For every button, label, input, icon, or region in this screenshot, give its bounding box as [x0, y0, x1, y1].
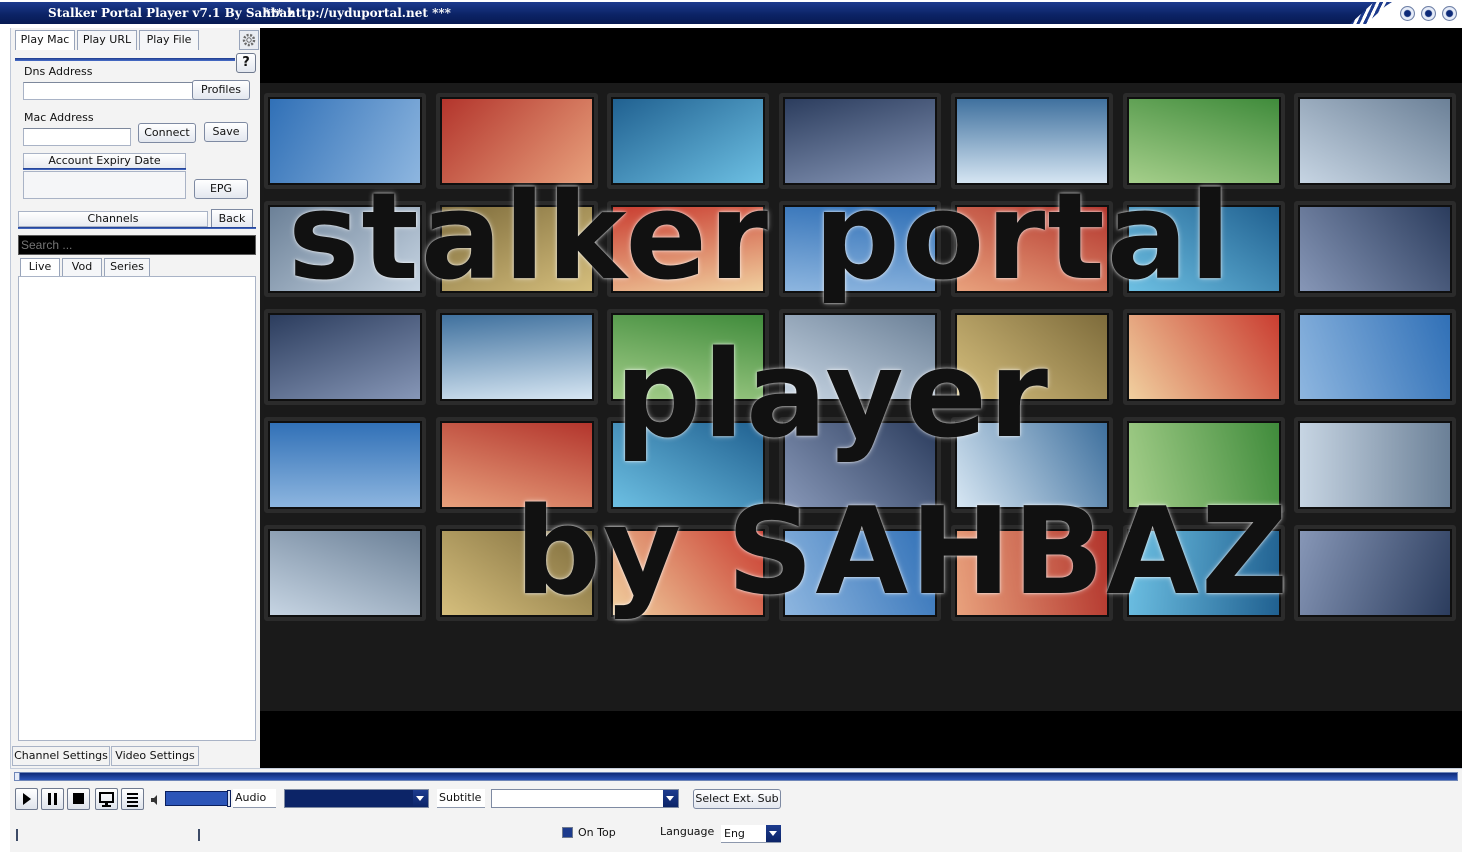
save-button[interactable]: Save	[204, 122, 248, 142]
tab-play-file[interactable]: Play File	[139, 30, 199, 50]
seek-handle[interactable]	[14, 772, 20, 781]
fullscreen-button[interactable]	[95, 788, 118, 810]
stop-icon	[73, 793, 84, 804]
search-input[interactable]	[18, 235, 256, 255]
mac-address-input[interactable]	[23, 128, 131, 146]
audio-label: Audio	[233, 789, 276, 808]
window-title: Stalker Portal Player v7.1 By Sahbaz	[48, 6, 295, 20]
tab-play-mac[interactable]: Play Mac	[15, 30, 75, 50]
maximize-button[interactable]	[1421, 6, 1436, 21]
play-icon	[23, 793, 31, 805]
audio-dropdown[interactable]	[284, 789, 429, 808]
select-ext-sub-button[interactable]: Select Ext. Sub	[693, 789, 781, 809]
account-expiry-header: Account Expiry Date	[23, 153, 186, 169]
speaker-icon	[151, 795, 157, 805]
volume-handle[interactable]	[227, 790, 231, 807]
chevron-down-icon	[766, 825, 781, 842]
tab-vod[interactable]: Vod	[62, 258, 102, 276]
account-expiry-value	[23, 171, 186, 199]
language-dropdown[interactable]: Eng	[721, 825, 781, 843]
minimize-button[interactable]	[1400, 6, 1415, 21]
epg-button[interactable]: EPG	[194, 179, 248, 199]
back-button[interactable]: Back	[211, 209, 253, 229]
dns-address-input[interactable]	[23, 82, 195, 100]
channel-list[interactable]	[18, 276, 256, 741]
tab-live[interactable]: Live	[20, 258, 60, 276]
pause-button[interactable]	[41, 788, 64, 810]
channels-underline	[18, 227, 256, 229]
logo-line-2: player	[615, 326, 1051, 465]
monitor-icon	[99, 792, 114, 807]
on-top-checkbox[interactable]	[562, 827, 573, 838]
settings-button[interactable]	[239, 30, 259, 50]
status-progress-line	[16, 829, 200, 841]
list-icon	[127, 793, 138, 807]
expiry-underline	[23, 168, 186, 170]
language-value: Eng	[724, 827, 745, 840]
stop-button[interactable]	[67, 788, 90, 810]
help-button[interactable]: ?	[236, 53, 256, 73]
left-panel: Play Mac Play URL Play File ? Dns Addres…	[10, 28, 260, 768]
seek-bar[interactable]	[14, 772, 1458, 781]
language-label: Language	[660, 825, 715, 838]
tab-video-settings[interactable]: Video Settings	[111, 746, 199, 766]
subtitle-value	[492, 790, 495, 803]
chevron-down-icon	[663, 790, 678, 807]
subtitle-label: Subtitle	[437, 789, 485, 808]
tab-play-url[interactable]: Play URL	[77, 30, 137, 50]
mac-address-label: Mac Address	[24, 111, 94, 124]
logo-line-3: by SAHBAZ	[515, 483, 1290, 622]
connect-button[interactable]: Connect	[138, 123, 196, 143]
window-url-text: *** http://uyduportal.net ***	[264, 6, 451, 20]
tab-channel-settings[interactable]: Channel Settings	[12, 746, 110, 766]
dns-address-label: Dns Address	[24, 65, 93, 78]
video-display[interactable]: stalker portal player by SAHBAZ	[260, 28, 1462, 768]
title-bar[interactable]: Stalker Portal Player v7.1 By Sahbaz ***…	[0, 0, 1469, 27]
volume-slider[interactable]	[165, 790, 231, 807]
player-controls: Audio Subtitle Select Ext. Sub On Top La…	[10, 768, 1462, 852]
pause-icon	[48, 793, 57, 805]
tab-series[interactable]: Series	[104, 258, 150, 276]
tab-underline	[15, 58, 235, 61]
profiles-button[interactable]: Profiles	[192, 80, 250, 100]
gear-icon	[242, 33, 256, 47]
play-button[interactable]	[15, 788, 38, 810]
subtitle-dropdown[interactable]	[491, 789, 679, 808]
channels-header: Channels	[18, 211, 208, 227]
close-button[interactable]	[1442, 6, 1457, 21]
logo-line-1: stalker portal	[288, 168, 1233, 307]
playlist-button[interactable]	[121, 788, 144, 810]
video-logo: stalker portal player by SAHBAZ	[260, 28, 1462, 768]
chevron-down-icon	[413, 790, 428, 807]
on-top-label: On Top	[578, 826, 616, 839]
audio-value	[285, 790, 288, 803]
